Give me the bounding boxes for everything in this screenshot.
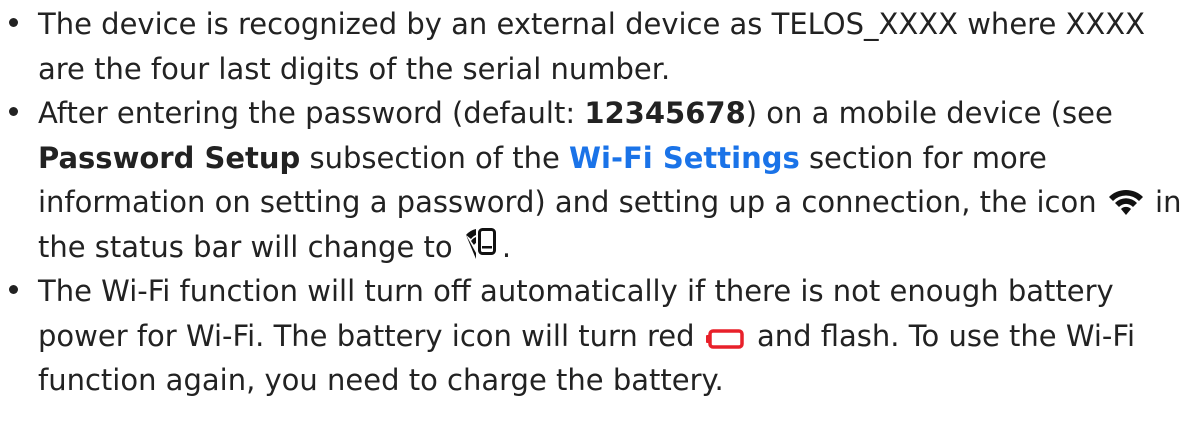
item-text: After entering the password (default: [38, 96, 585, 130]
bullet-icon [9, 18, 18, 27]
item-text: The device is recognized by an external … [38, 7, 1145, 86]
bullet-icon [9, 285, 18, 294]
list-item: The device is recognized by an external … [0, 2, 1184, 91]
wifi-settings-link[interactable]: Wi-Fi Settings [569, 141, 800, 175]
wifi-icon [1108, 188, 1144, 216]
bullet-list: The device is recognized by an external … [0, 2, 1184, 403]
list-item: The Wi-Fi function will turn off automat… [0, 269, 1184, 403]
item-text: ) on a mobile device (see [745, 96, 1113, 130]
item-text: . [501, 229, 512, 264]
default-password: 12345678 [584, 96, 746, 130]
password-setup-reference: Password Setup [38, 140, 301, 175]
item-text: subsection of the [300, 140, 570, 175]
battery-low-icon [705, 328, 746, 350]
bullet-icon [9, 107, 18, 116]
wifi-phone-icon [464, 227, 500, 261]
list-item: After entering the password (default: 12… [0, 91, 1184, 269]
